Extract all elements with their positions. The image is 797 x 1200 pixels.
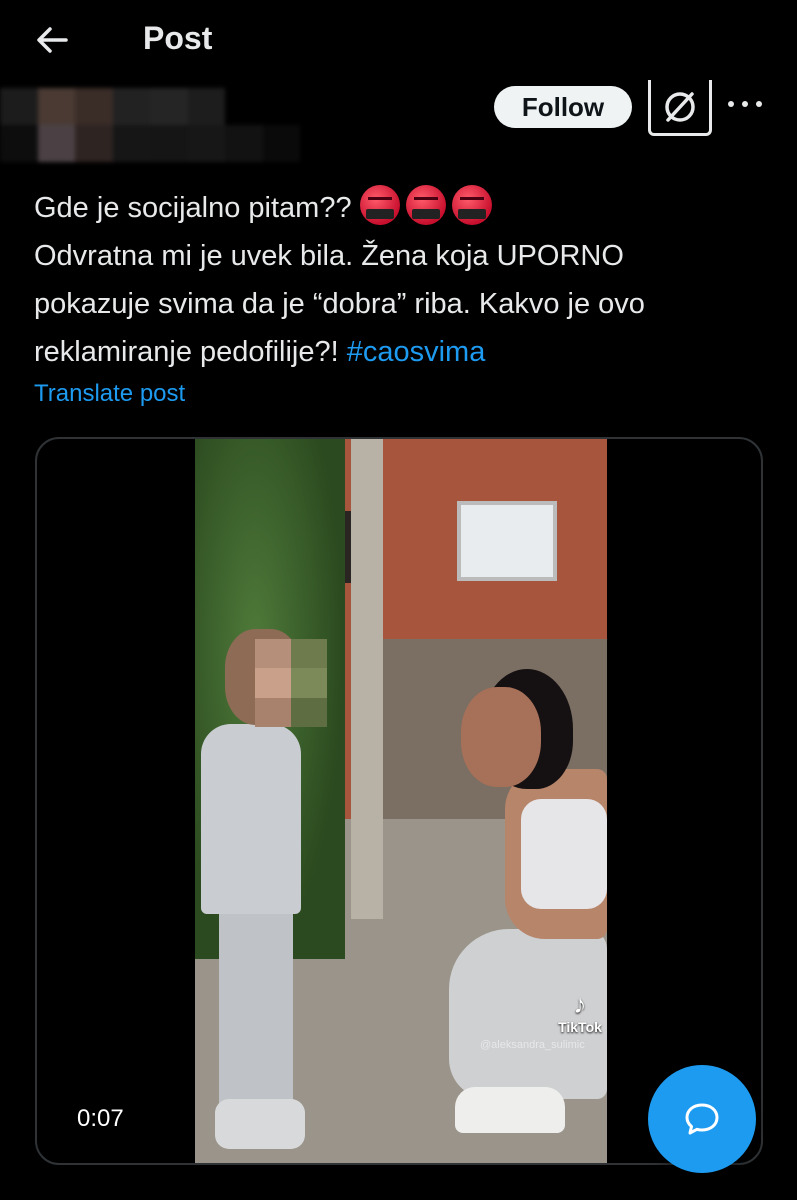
blurred-author-info [0,88,300,162]
hashtag-link[interactable]: #caosvima [347,336,486,368]
tiktok-watermark: ♪ TikTok [545,989,607,1035]
arrow-left-icon [37,27,68,53]
top-bar: Post [0,0,797,80]
tiktok-username: @aleksandra_sulimic [480,1039,585,1051]
translate-post-link[interactable]: Translate post [34,380,185,408]
post-text: Gde je socijalno pitam?? Odvratna mi je … [34,184,764,376]
follow-button[interactable]: Follow [494,86,632,128]
post-line-1: Gde je socijalno pitam?? [34,184,764,232]
video-timestamp: 0:07 [77,1105,124,1132]
video-frame[interactable]: ♪ TikTok @aleksandra_sulimic [195,439,607,1163]
angry-cursing-face-emoji [405,185,446,225]
reply-fab-button[interactable] [648,1065,756,1173]
angry-cursing-face-emoji [451,185,492,225]
more-dots-icon [728,101,734,107]
page-title: Post [143,20,213,56]
more-options-button[interactable] [728,94,762,114]
grok-icon [665,91,695,122]
post-line-3: pokazuje svima da je “dobra” riba. Kakvo… [34,288,645,320]
back-button[interactable] [32,20,72,60]
pixelated-face [255,639,327,727]
angry-cursing-face-emoji [359,185,400,225]
compose-reply-icon [685,1103,719,1135]
post-line-4: reklamiranje pedofilije?! #caosvima [34,336,486,368]
post-line-2: Odvratna mi je uvek bila. Žena koja UPOR… [34,240,624,272]
video-player[interactable]: ♪ TikTok @aleksandra_sulimic 0:07 [35,437,763,1165]
tiktok-icon: ♪ [573,989,587,1019]
grok-button[interactable] [648,80,712,136]
